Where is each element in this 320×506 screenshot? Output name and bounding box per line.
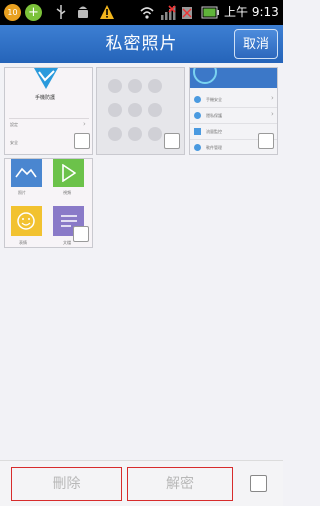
clock: 上午 9:13 (224, 5, 279, 19)
photo-thumbnail-2[interactable] (96, 67, 185, 155)
row-label-2: 安全 (10, 140, 18, 145)
android-debug-icon (78, 6, 88, 18)
photo-thumbnail-1[interactable]: 手機防護 設定 安全 › (4, 67, 93, 155)
app-label: 文檔 (63, 240, 71, 245)
notification-count-icon: 10 (4, 4, 21, 21)
list-item-label: 流量監控 (206, 129, 222, 134)
signal-no-service-icon (161, 5, 176, 20)
decrypt-button[interactable]: 解密 (127, 467, 233, 501)
list-item-icon (194, 96, 201, 103)
title-bar: 私密照片 取消 (0, 25, 283, 63)
list-item: 手機安全 › (190, 92, 277, 108)
chevron-right-icon: › (271, 94, 274, 102)
app-label: 視頻 (63, 190, 71, 195)
battery-icon (201, 6, 219, 19)
list-item-icon (194, 144, 201, 151)
wifi-icon (140, 7, 154, 19)
photo-thumbnail-4[interactable]: 照片 視頻 表情 文檔 (4, 158, 93, 248)
list-item-icon (194, 128, 201, 135)
plus-app-icon: + (25, 4, 42, 21)
delete-button[interactable]: 刪除 (11, 467, 122, 501)
photo-thumbnail-3[interactable]: 手機安全 › 隱私保護 › 流量監控 軟件管理 (189, 67, 278, 155)
list-item-icon (194, 112, 201, 119)
chevron-right-icon: › (83, 120, 86, 128)
sim-icon (182, 7, 192, 19)
bottom-action-bar: 刪除 解密 (0, 460, 283, 506)
row-label-1: 設定 (10, 122, 18, 127)
divider (9, 118, 89, 119)
chevron-right-icon: › (271, 110, 274, 118)
emoji-app-icon (11, 206, 42, 236)
list-item-label: 軟件管理 (206, 145, 222, 150)
list-item: 隱私保護 › (190, 108, 277, 124)
list-item-label: 手機安全 (206, 97, 222, 102)
photo-select-checkbox[interactable] (164, 133, 180, 149)
app-label: 照片 (18, 190, 26, 195)
cancel-button[interactable]: 取消 (234, 29, 278, 59)
photo-app-icon (11, 159, 42, 187)
notification-count: 10 (7, 8, 18, 17)
pattern-lock-dots (108, 79, 162, 141)
photo-select-checkbox[interactable] (74, 133, 90, 149)
select-all-checkbox[interactable] (250, 475, 267, 492)
app-name-text: 手機防護 (35, 95, 56, 101)
status-bar: 10 + 上午 9:13 (0, 0, 283, 25)
usb-icon (56, 5, 66, 19)
video-app-icon (53, 159, 84, 187)
photo-select-checkbox[interactable] (73, 226, 89, 242)
photo-select-checkbox[interactable] (258, 133, 274, 149)
app-label: 表情 (19, 240, 27, 245)
warning-icon (100, 5, 114, 19)
list-item-label: 隱私保護 (206, 113, 222, 118)
shield-logo-icon (34, 68, 58, 89)
